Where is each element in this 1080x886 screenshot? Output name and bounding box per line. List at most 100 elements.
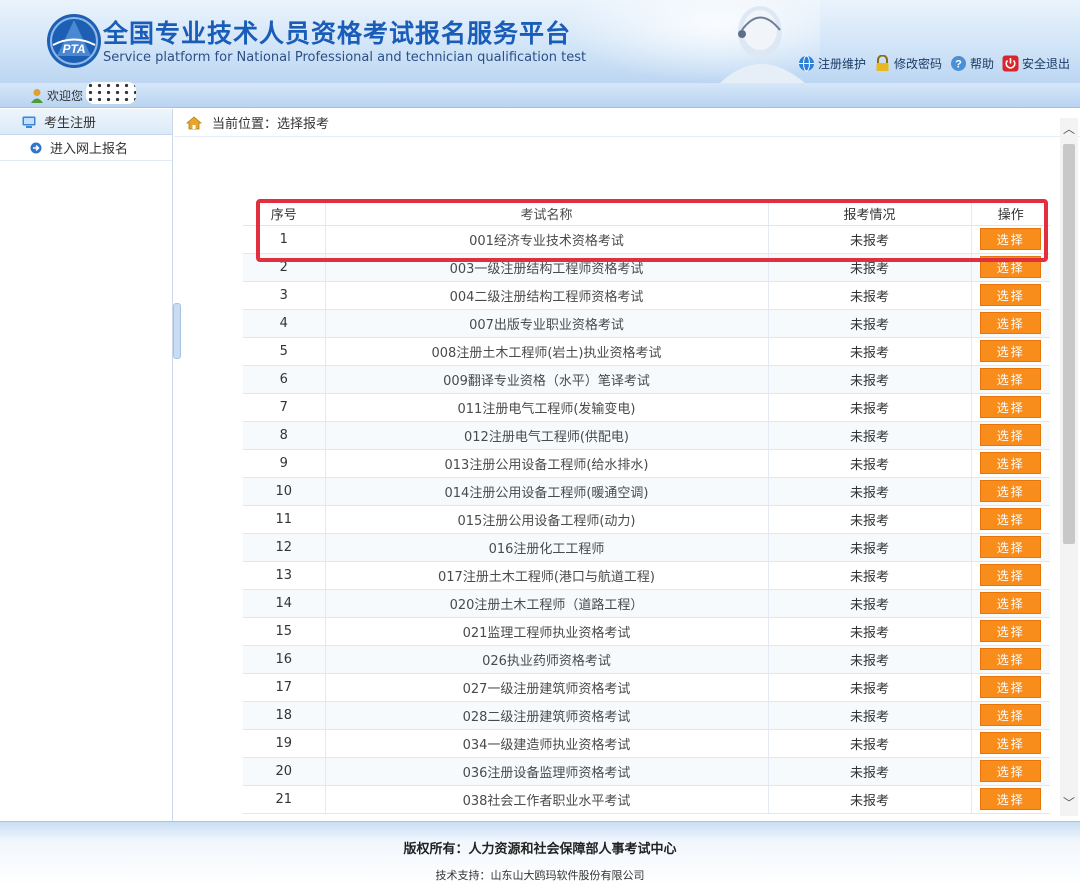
table-row: 5 008注册土木工程师(岩土)执业资格考试 未报考 选择 bbox=[243, 337, 1050, 366]
select-button[interactable]: 选择 bbox=[980, 592, 1042, 614]
scroll-thumb[interactable] bbox=[1063, 144, 1075, 544]
select-button[interactable]: 选择 bbox=[980, 452, 1042, 474]
row-operation: 选择 bbox=[971, 617, 1050, 646]
row-exam-name: 017注册土木工程师(港口与航道工程) bbox=[325, 561, 769, 590]
row-no: 16 bbox=[243, 645, 326, 674]
help-label: 帮助 bbox=[969, 57, 994, 71]
register-maintain-link[interactable]: 注册维护 bbox=[798, 55, 866, 72]
sidebar-item-online-registration[interactable]: 进入网上报名 bbox=[0, 135, 172, 161]
table-row: 21 038社会工作者职业水平考试 未报考 选择 bbox=[243, 785, 1050, 814]
arrow-circle-icon bbox=[30, 142, 42, 153]
table-row: 8 012注册电气工程师(供配电) 未报考 选择 bbox=[243, 421, 1050, 450]
row-no: 8 bbox=[243, 421, 326, 450]
row-operation: 选择 bbox=[971, 673, 1050, 702]
row-no: 1 bbox=[243, 225, 326, 254]
row-operation: 选择 bbox=[971, 701, 1050, 730]
home-icon bbox=[186, 115, 202, 129]
change-password-label: 修改密码 bbox=[893, 57, 942, 71]
row-operation: 选择 bbox=[971, 757, 1050, 786]
row-status: 未报考 bbox=[768, 253, 972, 282]
row-exam-name: 008注册土木工程师(岩土)执业资格考试 bbox=[325, 337, 769, 366]
welcome-label: 欢迎您 bbox=[47, 89, 84, 103]
select-button[interactable]: 选择 bbox=[980, 788, 1042, 810]
table-row: 16 026执业药师资格考试 未报考 选择 bbox=[243, 645, 1050, 674]
row-operation: 选择 bbox=[971, 645, 1050, 674]
footer: 版权所有：人力资源和社会保障部人事考试中心 技术支持：山东山大鸥玛软件股份有限公… bbox=[0, 821, 1080, 886]
select-button[interactable]: 选择 bbox=[980, 396, 1042, 418]
copyright-text: 版权所有：人力资源和社会保障部人事考试中心 bbox=[403, 842, 677, 857]
scroll-down-icon[interactable]: ﹀ bbox=[1060, 794, 1078, 812]
row-operation: 选择 bbox=[971, 477, 1050, 506]
row-status: 未报考 bbox=[768, 505, 972, 534]
select-button[interactable]: 选择 bbox=[980, 340, 1042, 362]
select-button[interactable]: 选择 bbox=[980, 424, 1042, 446]
row-exam-name: 014注册公用设备工程师(暖通空调) bbox=[325, 477, 769, 506]
row-no: 3 bbox=[243, 281, 326, 310]
row-no: 7 bbox=[243, 393, 326, 422]
row-no: 11 bbox=[243, 505, 326, 534]
select-button[interactable]: 选择 bbox=[980, 284, 1042, 306]
table-row: 17 027一级注册建筑师资格考试 未报考 选择 bbox=[243, 673, 1050, 702]
table-row: 6 009翻译专业资格（水平）笔译考试 未报考 选择 bbox=[243, 365, 1050, 394]
row-operation: 选择 bbox=[971, 449, 1050, 478]
row-status: 未报考 bbox=[768, 337, 972, 366]
page-scrollbar[interactable]: ︿ ﹀ bbox=[1060, 118, 1078, 816]
row-exam-name: 027一级注册建筑师资格考试 bbox=[325, 673, 769, 702]
row-no: 13 bbox=[243, 561, 326, 590]
masked-username bbox=[86, 81, 137, 104]
select-button[interactable]: 选择 bbox=[980, 368, 1042, 390]
select-button[interactable]: 选择 bbox=[980, 228, 1042, 250]
sidebar-collapse-handle[interactable] bbox=[173, 303, 181, 359]
row-no: 6 bbox=[243, 365, 326, 394]
row-operation: 选择 bbox=[971, 337, 1050, 366]
scroll-up-icon[interactable]: ︿ bbox=[1060, 120, 1078, 138]
select-button[interactable]: 选择 bbox=[980, 648, 1042, 670]
tech-support-text: 技术支持：山东山大鸥玛软件股份有限公司 bbox=[435, 869, 645, 882]
row-status: 未报考 bbox=[768, 729, 972, 758]
monitor-icon bbox=[22, 116, 36, 128]
logout-link[interactable]: 安全退出 bbox=[1002, 55, 1070, 72]
select-button[interactable]: 选择 bbox=[980, 508, 1042, 530]
row-exam-name: 020注册土木工程师（道路工程） bbox=[325, 589, 769, 618]
row-operation: 选择 bbox=[971, 421, 1050, 450]
select-button[interactable]: 选择 bbox=[980, 760, 1042, 782]
select-button[interactable]: 选择 bbox=[980, 620, 1042, 642]
row-status: 未报考 bbox=[768, 477, 972, 506]
row-exam-name: 012注册电气工程师(供配电) bbox=[325, 421, 769, 450]
row-no: 10 bbox=[243, 477, 326, 506]
table-row: 18 028二级注册建筑师资格考试 未报考 选择 bbox=[243, 701, 1050, 730]
select-button[interactable]: 选择 bbox=[980, 676, 1042, 698]
row-exam-name: 034一级建造师执业资格考试 bbox=[325, 729, 769, 758]
row-operation: 选择 bbox=[971, 253, 1050, 282]
select-button[interactable]: 选择 bbox=[980, 536, 1042, 558]
row-status: 未报考 bbox=[768, 673, 972, 702]
select-button[interactable]: 选择 bbox=[980, 312, 1042, 334]
help-icon: ? bbox=[950, 56, 966, 71]
row-status: 未报考 bbox=[768, 561, 972, 590]
row-exam-name: 013注册公用设备工程师(给水排水) bbox=[325, 449, 769, 478]
select-button[interactable]: 选择 bbox=[980, 480, 1042, 502]
sidebar-item-label: 进入网上报名 bbox=[50, 142, 129, 157]
row-exam-name: 036注册设备监理师资格考试 bbox=[325, 757, 769, 786]
select-button[interactable]: 选择 bbox=[980, 704, 1042, 726]
row-operation: 选择 bbox=[971, 225, 1050, 254]
row-status: 未报考 bbox=[768, 365, 972, 394]
row-operation: 选择 bbox=[971, 589, 1050, 618]
help-link[interactable]: ? 帮助 bbox=[950, 55, 994, 72]
row-operation: 选择 bbox=[971, 281, 1050, 310]
select-button[interactable]: 选择 bbox=[980, 564, 1042, 586]
change-password-link[interactable]: 修改密码 bbox=[874, 55, 942, 72]
sidebar-section-register[interactable]: 考生注册 bbox=[0, 109, 172, 135]
row-exam-name: 028二级注册建筑师资格考试 bbox=[325, 701, 769, 730]
user-icon bbox=[31, 89, 43, 103]
select-button[interactable]: 选择 bbox=[980, 732, 1042, 754]
row-exam-name: 001经济专业技术资格考试 bbox=[325, 225, 769, 254]
header-exam-name: 考试名称 bbox=[325, 203, 769, 226]
select-button[interactable]: 选择 bbox=[980, 256, 1042, 278]
svg-text:?: ? bbox=[955, 59, 962, 71]
row-exam-name: 004二级注册结构工程师资格考试 bbox=[325, 281, 769, 310]
table-row: 13 017注册土木工程师(港口与航道工程) 未报考 选择 bbox=[243, 561, 1050, 590]
row-no: 4 bbox=[243, 309, 326, 338]
sidebar: 考生注册 进入网上报名 bbox=[0, 109, 173, 821]
row-exam-name: 015注册公用设备工程师(动力) bbox=[325, 505, 769, 534]
